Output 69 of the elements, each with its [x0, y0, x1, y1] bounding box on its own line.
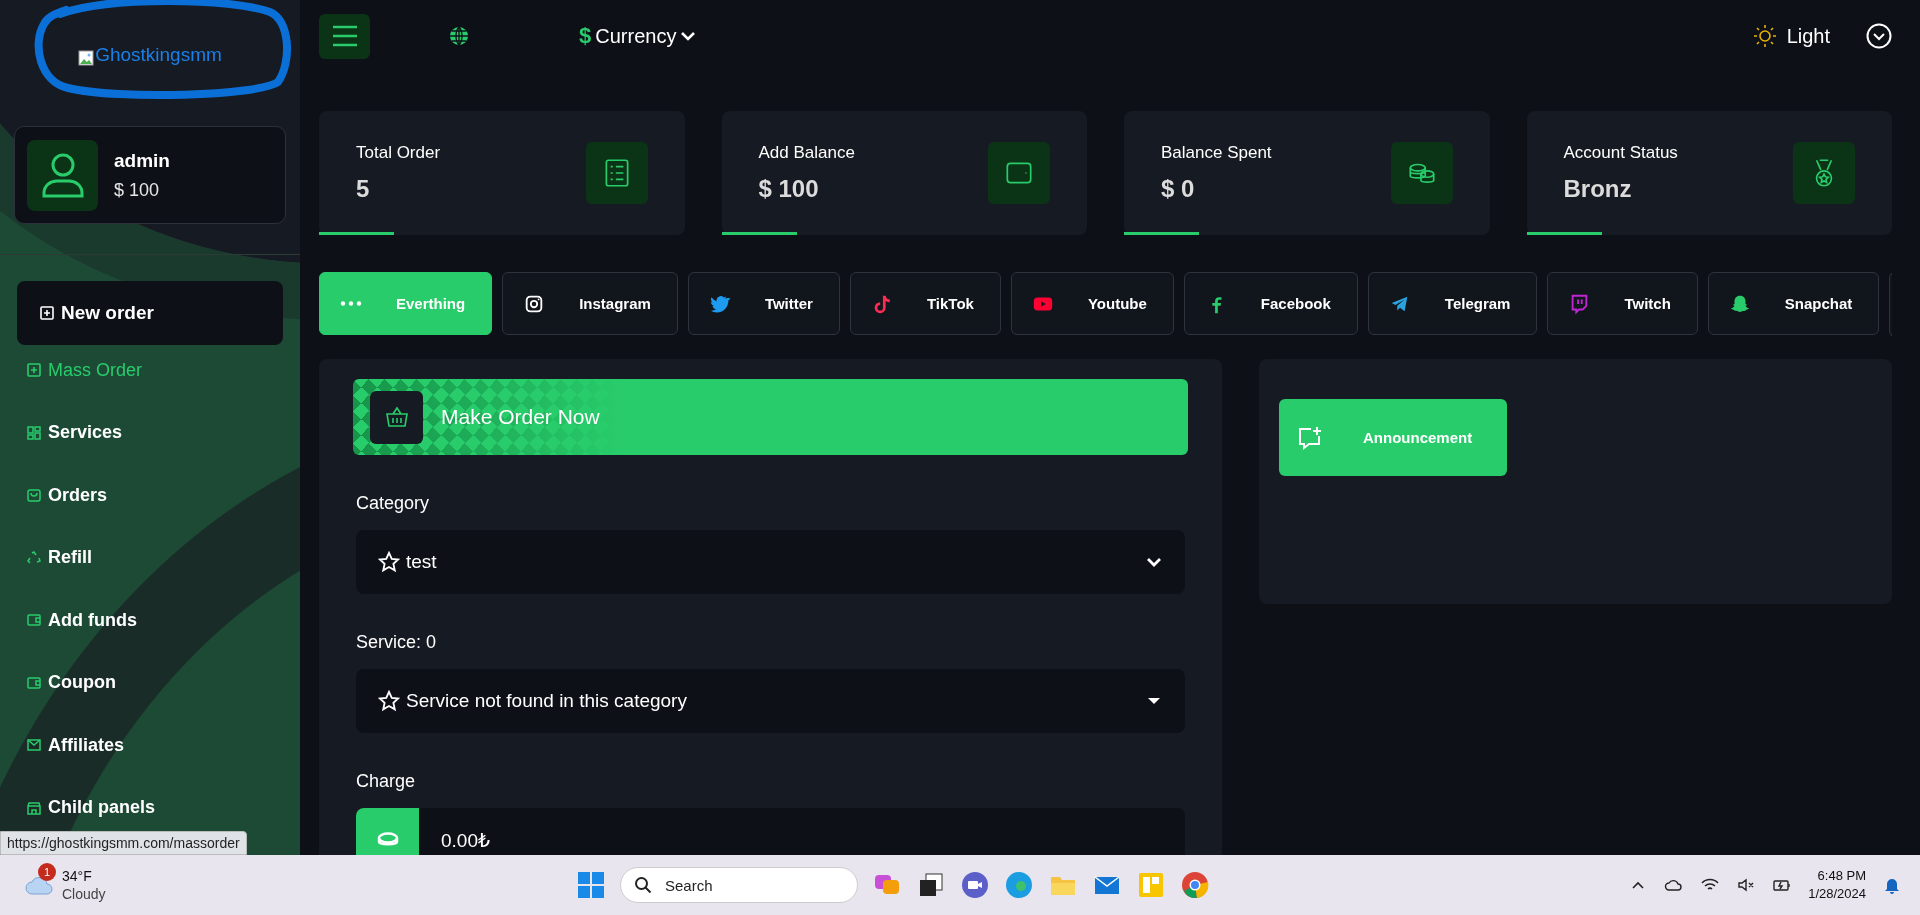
stat-value: $ 0 [1161, 175, 1196, 203]
chevron-down-icon [680, 30, 697, 42]
username: admin [114, 149, 170, 172]
sidebar-item[interactable]: Orders [14, 470, 286, 520]
field-label: Charge [356, 771, 417, 792]
hamburger-icon [331, 25, 358, 47]
stat-value: Bronz [1563, 175, 1633, 203]
sidebar-item[interactable]: Add funds [14, 595, 286, 645]
video-camera-icon[interactable] [960, 870, 990, 900]
stat-value: 5 [356, 175, 371, 203]
sun-icon [1752, 24, 1777, 48]
sidebar-item[interactable]: New order [17, 281, 283, 345]
currency-dropdown[interactable]: $ Currency [573, 22, 703, 50]
theme-toggle[interactable]: Light [1746, 23, 1836, 49]
logo-link[interactable]: Ghostkingsmm [78, 44, 222, 66]
chrome-icon[interactable] [1180, 870, 1210, 900]
category-tab[interactable]: Twitch [1547, 272, 1698, 335]
menu-button[interactable] [319, 13, 370, 59]
basket-icon [384, 406, 409, 428]
banner-title: Make Order Now [441, 405, 600, 429]
clock[interactable]: 6:48 PM 1/28/2024 [1808, 866, 1866, 904]
category-tab[interactable]: TikTok [849, 272, 1001, 335]
wallet-icon [26, 674, 42, 691]
plus-square-icon [39, 305, 55, 321]
broken-image-icon [78, 50, 95, 66]
stat-label: Add Balance [758, 143, 855, 163]
category-tab[interactable]: Telegram [1367, 272, 1538, 335]
wallet-icon [26, 612, 42, 628]
windows-logo-icon[interactable] [576, 870, 606, 900]
category-tab[interactable]: Facebook [1183, 272, 1358, 335]
message-plus-icon [1297, 424, 1323, 451]
charge-field[interactable]: 0.00₺ [356, 808, 1185, 855]
category-tab[interactable]: Youtube [1010, 272, 1174, 335]
category-tab[interactable]: Twitter [687, 272, 840, 335]
search-field[interactable]: Search [620, 867, 858, 903]
user-icon [40, 151, 85, 199]
user-balance: $ 100 [114, 179, 161, 201]
grid-icon [26, 424, 42, 441]
store-icon [26, 799, 42, 816]
bag-icon [26, 487, 42, 503]
weather-condition: Cloudy [62, 885, 106, 904]
plus-square-icon [26, 362, 42, 378]
star-icon [378, 690, 400, 712]
stat-label: Balance Spent [1161, 143, 1272, 163]
envelope-icon [26, 737, 42, 753]
stat-label: Total Order [356, 143, 441, 163]
sidebar-item[interactable]: Child panels [14, 782, 286, 833]
sidebar-item[interactable]: Refill [14, 532, 286, 583]
chevron-down-icon[interactable] [1866, 23, 1892, 49]
field-label: Category [356, 493, 431, 514]
temperature: 34°F [62, 866, 93, 885]
search-icon [634, 876, 652, 894]
sidebar-item[interactable]: Coupon [14, 657, 286, 708]
category-tab[interactable]: Snapchat [1707, 272, 1880, 335]
category-select[interactable]: test [356, 530, 1185, 594]
caret-down-icon [1148, 698, 1160, 704]
star-icon [378, 551, 400, 573]
dots-icon [340, 301, 362, 306]
cloud-icon [24, 874, 54, 896]
service-select[interactable]: Service not found in this category [356, 669, 1185, 733]
sidebar-item[interactable]: Services [14, 407, 286, 458]
field-label: Service: 0 [356, 632, 438, 653]
stat-label: Account Status [1563, 143, 1678, 163]
sidebar-item[interactable]: Mass Order [14, 345, 286, 395]
globe-icon[interactable] [449, 26, 469, 46]
category-tab[interactable]: Instagram [502, 272, 678, 335]
stat-value: $ 100 [758, 175, 820, 203]
notification-badge: 1 [38, 862, 56, 881]
sidebar-item[interactable]: Affiliates [14, 720, 286, 770]
